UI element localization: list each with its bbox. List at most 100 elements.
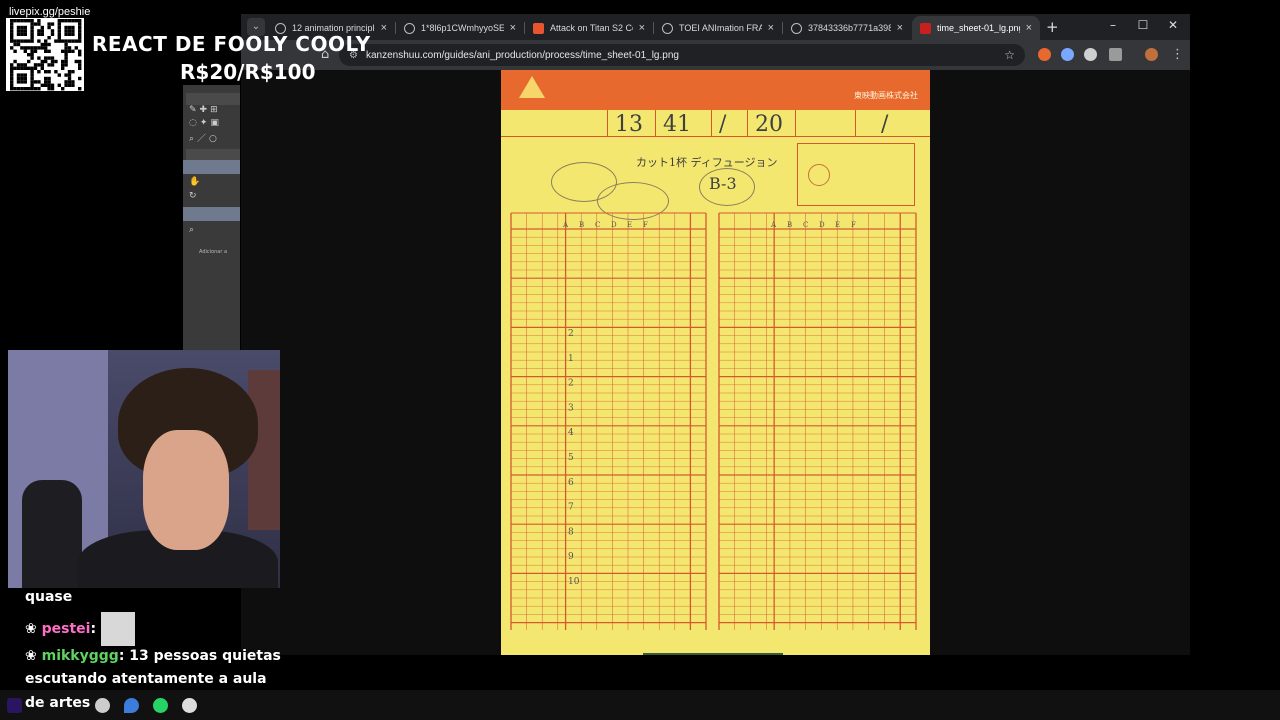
close-icon[interactable]: × — [381, 22, 387, 34]
qr-module — [16, 73, 21, 77]
chat-app-icon[interactable] — [182, 698, 197, 713]
maximize-button[interactable]: ☐ — [1128, 18, 1158, 32]
new-tab-button[interactable]: + — [1046, 18, 1059, 36]
qr-module — [23, 63, 27, 67]
sheet-grid: A B C D E F A B C D E F 2 1 2 3 4 5 6 7 8 9 10 — [510, 212, 917, 630]
qr-module — [27, 53, 31, 57]
qr-module — [64, 73, 68, 77]
camera-icon[interactable] — [1084, 48, 1097, 61]
qr-module — [13, 42, 17, 47]
close-icon[interactable]: × — [639, 22, 645, 34]
premiere-icon[interactable] — [7, 698, 22, 713]
hand-icon[interactable]: ✋ — [189, 177, 203, 187]
tool-icons[interactable]: ⌕／○ — [189, 131, 220, 144]
qr-module — [47, 42, 51, 47]
qr-module — [40, 42, 44, 47]
qr-module — [67, 39, 72, 43]
extension-icon[interactable] — [1038, 48, 1051, 61]
more-menu-icon[interactable]: ⋮ — [1171, 47, 1184, 62]
qr-module — [50, 29, 55, 33]
qr-module — [20, 32, 24, 36]
qr-module — [27, 87, 31, 91]
close-icon[interactable]: × — [768, 22, 774, 34]
profile-avatar[interactable] — [1145, 48, 1158, 61]
qr-module — [67, 29, 72, 33]
stream-price: R$20/R$100 — [180, 60, 316, 84]
address-bar[interactable]: ⚙ kanzenshuu.com/guides/ani_production/p… — [339, 44, 1025, 66]
tab-medium-image[interactable]: 1*8l6p1CWmhyyoSEXV × — [396, 16, 524, 40]
selected-tool-row[interactable] — [183, 160, 240, 174]
taskbar: de artes — [0, 690, 1280, 720]
chat-line: ❀ pestei: — [25, 612, 135, 646]
qr-module — [64, 29, 68, 33]
qr-module — [37, 63, 41, 67]
qr-module — [10, 46, 14, 50]
column-letter: A — [562, 221, 569, 229]
chat-username: pestei — [41, 621, 91, 637]
close-icon[interactable]: × — [510, 22, 516, 34]
qr-module — [23, 87, 27, 91]
zoom-tool-row[interactable] — [183, 207, 240, 221]
qr-module — [78, 87, 82, 91]
add-label: Adicionar a — [199, 249, 228, 255]
chrome-icon — [662, 22, 673, 34]
frame-number: 10 — [568, 577, 580, 587]
qr-module — [47, 49, 51, 53]
tool-icons[interactable]: ✎✚⊞ — [189, 105, 221, 115]
qr-module — [44, 80, 48, 84]
frame-number: 4 — [568, 428, 574, 438]
qr-module — [40, 59, 44, 64]
column-letter: F — [643, 221, 648, 229]
qr-module — [44, 39, 48, 43]
qr-module — [47, 22, 51, 26]
tab-attack-on-titan[interactable]: Attack on Titan S2 Comp × — [525, 16, 653, 40]
tool-icons[interactable]: ◌✦▣ — [189, 118, 222, 128]
tab-toei-animation[interactable]: TOEI ANImation FRAME × — [654, 16, 782, 40]
qr-module — [37, 80, 41, 84]
column-letter: F — [851, 221, 856, 229]
puzzle-icon[interactable] — [1109, 48, 1122, 61]
qr-module — [13, 39, 17, 43]
qr-module — [13, 59, 17, 64]
close-icon[interactable]: × — [1026, 22, 1032, 34]
qr-module — [44, 83, 48, 87]
close-icon[interactable]: × — [897, 22, 903, 34]
qr-module — [64, 63, 68, 67]
qr-module — [44, 42, 48, 47]
frame-number: 8 — [568, 527, 574, 537]
qr-module — [57, 39, 61, 43]
qr-module — [71, 25, 75, 30]
fire-icon[interactable] — [124, 698, 139, 713]
qr-module — [37, 56, 41, 60]
tab-title: 1*8l6p1CWmhyyoSEXV — [421, 23, 504, 33]
tab-time-sheet[interactable]: time_sheet-01_lg.png ( × — [912, 16, 1040, 40]
qr-module — [78, 25, 82, 30]
qr-module — [27, 39, 31, 43]
close-window-button[interactable]: ✕ — [1158, 18, 1188, 32]
tab-strip: ⌄ 12 animation principles × 1*8l6p1CWmhy… — [241, 14, 1190, 40]
webcam-person-face — [143, 430, 229, 550]
qr-module — [67, 25, 72, 30]
extension-icon[interactable] — [1061, 48, 1074, 61]
tab-image-hash[interactable]: 37843336b7771a3988c × — [783, 16, 911, 40]
qr-module — [78, 59, 82, 64]
qr-module — [20, 25, 24, 30]
chat-line: quase — [25, 589, 73, 605]
qr-module — [44, 56, 48, 60]
qr-module — [67, 83, 72, 87]
qr-module — [16, 19, 21, 23]
qr-module — [30, 19, 34, 23]
qr-module — [16, 76, 21, 81]
frame-number: 1 — [568, 354, 574, 364]
ccleaner-icon[interactable] — [95, 698, 110, 713]
search-icon[interactable]: ⌕ — [189, 225, 197, 235]
qr-module — [61, 87, 65, 91]
rotate-icon[interactable]: ↻ — [189, 191, 200, 201]
whatsapp-icon[interactable] — [153, 698, 168, 713]
bookmark-star-icon[interactable]: ☆ — [1004, 48, 1015, 62]
chat-emote — [100, 612, 135, 646]
qr-module — [78, 39, 82, 43]
qr-module — [54, 70, 58, 74]
minimize-button[interactable]: – — [1098, 18, 1128, 32]
tab-title: 37843336b7771a3988c — [808, 23, 891, 33]
